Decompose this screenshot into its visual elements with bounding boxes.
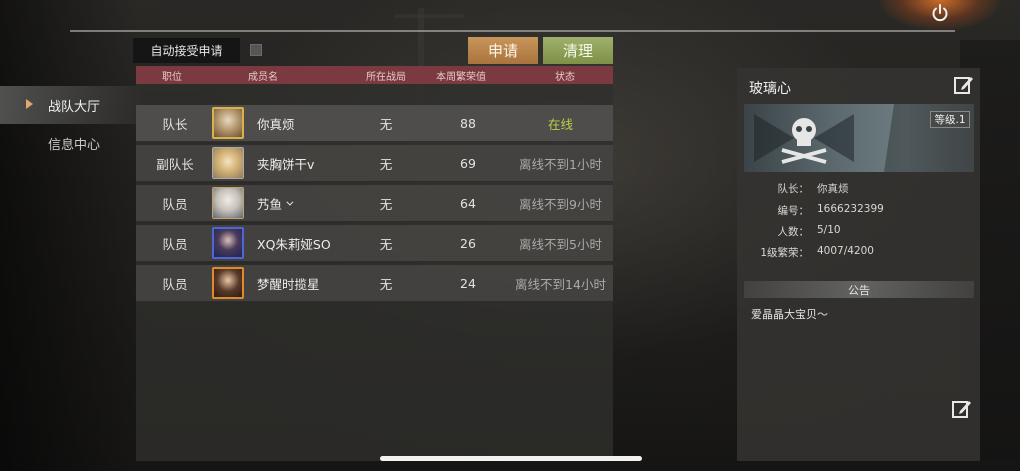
avatar-blonde-icon[interactable]	[212, 147, 244, 179]
table-header: 职位 成员名 所在战局 本周繁荣值 状态	[136, 66, 613, 84]
member-name: 夹胸饼干v	[257, 157, 315, 172]
member-table: 职位 成员名 所在战局 本周繁荣值 状态 队长 你真烦 无 88 在线 副队长 …	[136, 66, 613, 461]
member-battle: 无	[379, 237, 393, 252]
member-status: 离线不到1小时	[519, 157, 602, 172]
table-row[interactable]: 队员 艿鱼 无 64 离线不到9小时	[136, 185, 613, 222]
team-banner: 等级.1	[744, 104, 974, 172]
captain-label: 队长：	[777, 183, 810, 195]
id-label: 编号：	[777, 205, 810, 217]
member-position: 队员	[162, 197, 188, 212]
header-position: 职位	[162, 72, 182, 83]
table-row[interactable]: 队员 XQ朱莉娅SO 无 26 离线不到5小时	[136, 225, 613, 262]
header-status: 状态	[555, 72, 575, 83]
member-name: 艿鱼	[257, 197, 283, 212]
team-info: 队长： 你真烦 编号： 1666232399 人数： 5/10 1级繁荣： 40…	[744, 178, 974, 264]
avatar-orange-frame-icon[interactable]	[212, 267, 244, 299]
avatar-white-hair-icon[interactable]	[212, 187, 244, 219]
captain-value: 你真烦	[817, 183, 849, 195]
member-position: 队员	[162, 237, 188, 252]
member-battle: 无	[379, 277, 393, 292]
member-status: 离线不到5小时	[519, 237, 602, 252]
member-position: 队长	[162, 117, 188, 132]
avatar-blue-frame-icon[interactable]	[212, 227, 244, 259]
team-info-panel: 玻璃心 等级.1 队长： 你真烦 编号： 1666232399 人数： 5/10…	[737, 68, 980, 461]
edit-icon	[954, 77, 973, 94]
avatar-gold-frame-icon[interactable]	[212, 107, 244, 139]
member-battle: 无	[379, 197, 393, 212]
member-status: 离线不到9小时	[519, 197, 602, 212]
members-value: 5/10	[817, 224, 841, 236]
power-icon	[932, 4, 948, 22]
nav-item-label: 战队大厅	[48, 99, 101, 115]
chevron-down-icon	[286, 198, 294, 206]
member-status: 在线	[547, 117, 573, 132]
nav-arrow-icon	[26, 99, 33, 109]
id-value: 1666232399	[817, 203, 884, 215]
member-prosperity: 24	[460, 276, 476, 291]
member-prosperity: 26	[460, 236, 476, 251]
notice-header: 公告	[744, 281, 974, 298]
prosperity-value: 4007/4200	[817, 245, 874, 257]
members-label: 人数：	[777, 226, 810, 238]
header-divider	[70, 30, 955, 32]
member-battle: 无	[379, 117, 393, 132]
prosperity-row: 1级繁荣： 4007/4200	[744, 242, 974, 262]
member-name: 梦醒时揽星	[257, 277, 320, 292]
auto-accept-label: 自动接受申请	[133, 38, 240, 63]
edit-icon	[952, 401, 971, 418]
team-level-badge: 等级.1	[930, 111, 970, 128]
member-battle: 无	[379, 157, 393, 172]
captain-row: 队长： 你真烦	[744, 178, 974, 198]
member-name-with-dropdown[interactable]: 艿鱼	[257, 185, 294, 222]
member-status: 离线不到14小时	[515, 277, 606, 292]
side-nav: 战队大厅 信息中心	[0, 86, 140, 162]
prosperity-label: 1级繁荣：	[760, 247, 809, 259]
members-row: 人数： 5/10	[744, 221, 974, 241]
table-row[interactable]: 队员 梦醒时揽星 无 24 离线不到14小时	[136, 265, 613, 302]
member-prosperity: 64	[460, 196, 476, 211]
member-name: 你真烦	[257, 117, 295, 132]
header-prosperity: 本周繁荣值	[436, 72, 486, 83]
nav-item-info-center[interactable]: 信息中心	[0, 124, 140, 162]
edit-team-button[interactable]	[953, 74, 975, 96]
team-name: 玻璃心	[749, 81, 791, 97]
notice-text: 爱晶晶大宝贝～	[751, 308, 828, 321]
member-prosperity: 88	[460, 116, 476, 131]
id-row: 编号： 1666232399	[744, 200, 974, 220]
clean-button[interactable]: 清理	[543, 37, 613, 64]
member-prosperity: 69	[460, 156, 476, 171]
home-indicator[interactable]	[380, 456, 642, 461]
table-row[interactable]: 队长 你真烦 无 88 在线	[136, 105, 613, 142]
power-button[interactable]	[926, 0, 954, 26]
auto-accept-checkbox[interactable]	[250, 44, 262, 56]
nav-item-label: 信息中心	[48, 137, 101, 153]
member-name: XQ朱莉娅SO	[257, 237, 331, 252]
nav-item-team-hall[interactable]: 战队大厅	[0, 86, 140, 124]
member-position: 队员	[162, 277, 188, 292]
member-position: 副队长	[156, 157, 194, 172]
edit-notice-button[interactable]	[951, 398, 973, 420]
table-row[interactable]: 副队长 夹胸饼干v 无 69 离线不到1小时	[136, 145, 613, 182]
header-battle: 所在战局	[366, 72, 406, 83]
apply-button[interactable]: 申请	[468, 37, 538, 64]
header-member-name: 成员名	[248, 72, 278, 83]
